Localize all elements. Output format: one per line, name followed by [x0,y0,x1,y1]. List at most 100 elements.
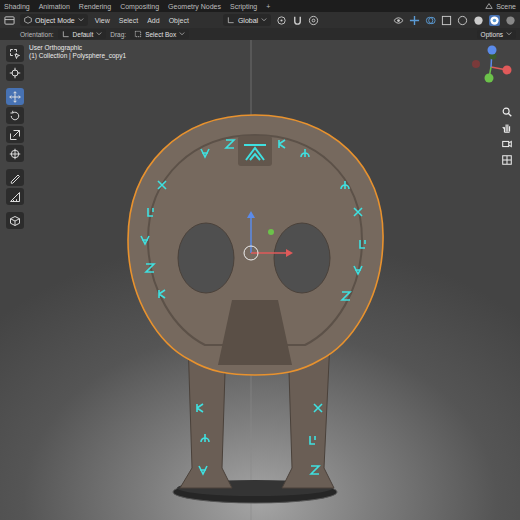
glowing-rune [279,140,285,148]
chevron-icon [96,31,102,37]
glowing-rune [146,264,154,272]
workspace-tab[interactable]: Rendering [79,2,111,11]
view-name: User Orthographic [29,44,126,51]
tool-icon [9,148,21,160]
orientation-label: Orientation: [20,31,54,38]
tool-button[interactable] [6,45,24,62]
glowing-rune [226,140,234,148]
object-info: (1) Collection | Polysphere_copy1 [29,52,126,59]
menu-item[interactable]: Add [145,17,161,24]
glowing-rune [141,236,149,244]
grid-icon[interactable] [501,154,513,166]
glowing-rune [158,181,166,189]
solid-shading-icon[interactable] [473,15,484,26]
tool-settings-bar: Orientation:DefaultDrag:Select BoxOption… [0,28,520,40]
glowing-rune [360,240,365,248]
stone-mask[interactable] [128,115,383,375]
chevron-icon [261,17,267,23]
tool-button[interactable] [6,107,24,124]
tool-icon [9,48,21,60]
toolbar [6,45,24,229]
chevron-icon [179,31,185,37]
hand-icon[interactable] [501,122,513,134]
scene-icon [485,2,493,10]
tool-icon [9,215,21,227]
rendered-shading-icon[interactable] [505,15,516,26]
workspace-bar: Shading Animation Rendering Compositing Geom… [0,0,520,12]
drag-dropdown[interactable]: Select Box [130,29,189,39]
workspace-tab[interactable]: Compositing [120,2,159,11]
tool-button[interactable] [6,145,24,162]
material-shading-icon[interactable] [489,15,500,26]
glowing-rune [197,404,203,412]
workspace-tab[interactable]: Geometry Nodes [168,2,221,11]
workspace-tab[interactable]: Animation [39,2,70,11]
glowing-rune [354,208,362,216]
scene-selector[interactable]: Scene [496,3,516,10]
glowing-rune [354,266,362,274]
transform-orientation-dropdown[interactable]: Global [223,14,271,26]
viewport-info: User Orthographic(1) Collection | Polysp… [29,44,126,59]
viewport-header: Object Mode View Select Add Object Global [0,12,520,28]
overlay-icon[interactable] [425,15,436,26]
menu-item[interactable]: Object [167,17,191,24]
menu-item[interactable]: Select [117,17,140,24]
blender-window: Shading Animation Rendering Compositing Geom… [0,0,520,520]
tool-icon [9,91,21,103]
glowing-rune [311,466,319,474]
transform-gizmo[interactable] [244,211,293,260]
glowing-rune [301,149,309,157]
right-eye-hole [274,223,330,293]
wireframe-shading-icon[interactable] [457,15,468,26]
glowing-rune [148,208,153,216]
axes-icon [62,30,70,38]
object-mode-icon [24,16,32,24]
snap-icon[interactable] [292,15,303,26]
workspace-tab[interactable]: Shading [4,2,30,11]
3d-viewport[interactable]: User Orthographic(1) Collection | Polysp… [0,40,520,520]
xray-icon[interactable] [441,15,452,26]
select-box-icon [134,30,142,38]
glowing-rune [341,181,349,189]
glowing-rune [201,149,209,157]
navigation-panel [466,42,516,166]
tool-button[interactable] [6,126,24,143]
glowing-rune [342,292,350,300]
camera-icon[interactable] [501,138,513,150]
glowing-rune [199,466,207,474]
gizmo-toggle-icon[interactable] [409,15,420,26]
tool-icon [9,110,21,122]
tool-button[interactable] [6,88,24,105]
crest-plate [238,136,272,166]
glowing-rune [159,290,165,298]
glowing-rune [310,436,315,444]
zoom-icon[interactable] [501,106,513,118]
tool-icon [9,191,21,203]
tool-icon [9,129,21,141]
axis-gizmo-icon[interactable] [466,42,516,92]
tool-button[interactable] [6,169,24,186]
left-eye-hole [178,223,234,293]
chevron-icon [506,31,512,37]
glowing-rune [314,404,322,412]
orientation-dropdown[interactable]: Default [58,29,107,39]
glowing-rune [201,434,209,442]
tool-icon [9,67,21,79]
workspace-tab[interactable]: Scripting [230,2,257,11]
tool-button[interactable] [6,64,24,81]
editor-type-icon[interactable] [4,15,15,26]
proportional-edit-icon[interactable] [308,15,319,26]
menu-item[interactable]: View [93,17,112,24]
axes-icon [227,16,235,24]
tool-button[interactable] [6,212,24,229]
crest-rune [244,145,266,160]
pivot-icon[interactable] [276,15,287,26]
tool-icon [9,172,21,184]
tool-button[interactable] [6,188,24,205]
chevron-icon [78,17,84,23]
scene-canvas[interactable] [0,40,520,520]
visibility-icon[interactable] [393,15,404,26]
options-dropdown[interactable]: Options [477,30,516,39]
add-workspace-button[interactable]: + [266,2,270,11]
mode-dropdown[interactable]: Object Mode [20,14,88,26]
